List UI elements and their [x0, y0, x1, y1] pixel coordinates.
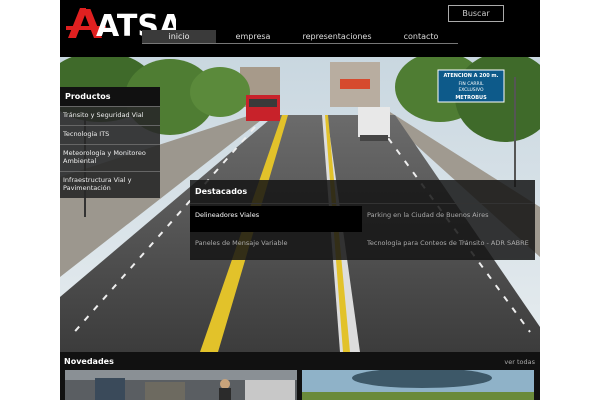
news-title: Novedades	[64, 357, 114, 366]
page-frame: ATSA Buscar inicio empresa representacio…	[60, 0, 540, 400]
landscape-photo-image	[302, 370, 534, 400]
bus-sign-line4: METROBUS	[455, 95, 487, 101]
bus-sign-line3: EXCLUSIVO	[458, 87, 484, 93]
products-sidebar: Productos Tránsito y Seguridad Vial Tecn…	[60, 87, 160, 198]
bus-sign-line2: FIN CARRIL	[458, 81, 484, 87]
search-button[interactable]: Buscar	[448, 5, 504, 22]
sidebar-item-transito[interactable]: Tránsito y Seguridad Vial	[60, 106, 160, 125]
street-photo-image	[65, 370, 297, 400]
featured-item-conteos[interactable]: Tecnología para Conteos de Tránsito - AD…	[367, 234, 532, 258]
featured-title: Destacados	[190, 180, 535, 204]
featured-item-parking[interactable]: Parking en la Ciudad de Buenos Aires	[367, 206, 532, 232]
news-thumbnail-2[interactable]	[302, 370, 534, 400]
nav-item-contacto[interactable]: contacto	[384, 30, 458, 43]
view-all-link[interactable]: ver todas	[504, 358, 535, 366]
news-thumbnail-1[interactable]	[65, 370, 297, 400]
site-header: ATSA Buscar inicio empresa representacio…	[60, 0, 540, 57]
nav-item-inicio[interactable]: inicio	[142, 30, 216, 43]
sidebar-item-infraestructura[interactable]: Infraestructura Vial y Pavimentación	[60, 171, 160, 198]
sidebar-item-tecnologia-its[interactable]: Tecnología ITS	[60, 125, 160, 144]
featured-item-paneles[interactable]: Paneles de Mensaje Variable	[190, 234, 362, 258]
featured-item-delineadores[interactable]: Delineadores Viales	[190, 206, 362, 232]
main-nav: inicio empresa representaciones contacto	[142, 30, 458, 44]
bus-sign-line1: ATENCION A 200 m.	[443, 73, 498, 79]
nav-item-empresa[interactable]: empresa	[216, 30, 290, 43]
nav-item-representaciones[interactable]: representaciones	[290, 30, 384, 43]
news-section: Novedades ver todas	[60, 352, 540, 400]
products-title: Productos	[60, 87, 160, 106]
featured-panel: Destacados Delineadores Viales Parking e…	[190, 180, 535, 260]
sidebar-item-meteorologia[interactable]: Meteorología y Monitoreo Ambiental	[60, 144, 160, 171]
